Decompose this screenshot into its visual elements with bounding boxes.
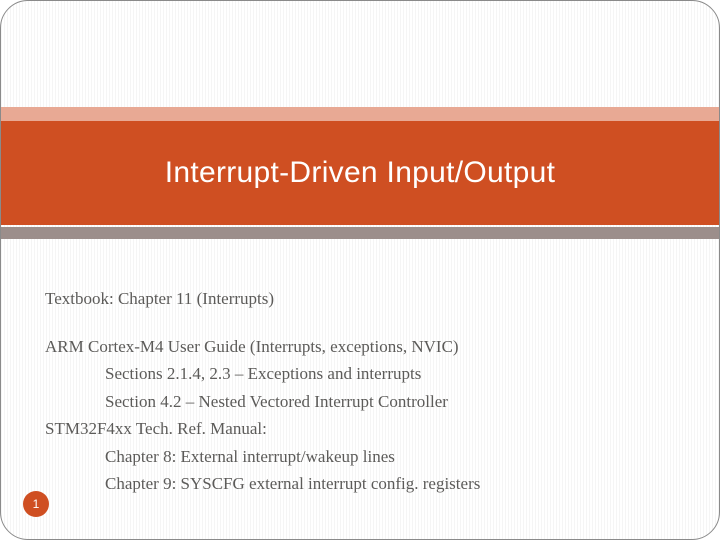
body-line-indent: Sections 2.1.4, 2.3 – Exceptions and int…: [45, 361, 675, 387]
title-top-stripe: [1, 107, 719, 121]
body-line: ARM Cortex-M4 User Guide (Interrupts, ex…: [45, 334, 675, 360]
page-number-badge: 1: [23, 491, 49, 517]
page-number: 1: [33, 497, 40, 511]
body-line: Textbook: Chapter 11 (Interrupts): [45, 286, 675, 312]
slide: Interrupt-Driven Input/Output Textbook: …: [0, 0, 720, 540]
body-line-indent: Chapter 9: SYSCFG external interrupt con…: [45, 471, 675, 497]
body-line: STM32F4xx Tech. Ref. Manual:: [45, 416, 675, 442]
title-bar: Interrupt-Driven Input/Output: [1, 121, 719, 225]
slide-body: Textbook: Chapter 11 (Interrupts) ARM Co…: [45, 286, 675, 499]
title-bottom-stripe: [1, 227, 719, 239]
body-gap: [45, 314, 675, 334]
body-line-indent: Chapter 8: External interrupt/wakeup lin…: [45, 444, 675, 470]
slide-title: Interrupt-Driven Input/Output: [165, 156, 556, 190]
title-band: Interrupt-Driven Input/Output: [1, 107, 719, 241]
body-line-indent: Section 4.2 – Nested Vectored Interrupt …: [45, 389, 675, 415]
